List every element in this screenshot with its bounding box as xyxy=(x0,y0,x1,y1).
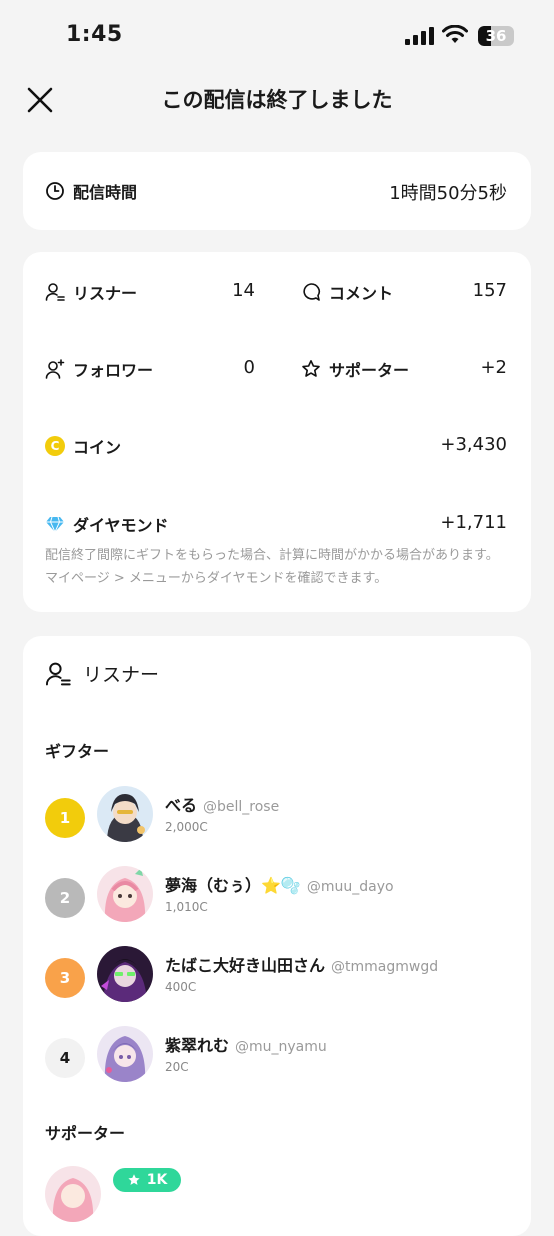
coins-value: +3,430 xyxy=(440,434,507,455)
listener-icon xyxy=(45,662,71,685)
gifter-handle: @mu_nyamu xyxy=(235,1039,327,1055)
supporter-badge-label: 1K xyxy=(146,1172,168,1188)
gifters-title: ギフター xyxy=(45,742,110,761)
followers-value: 0 xyxy=(243,357,255,378)
clock-icon xyxy=(46,182,64,200)
gifter-handle: @tmmagmwgd xyxy=(331,959,439,975)
comments-stat: コメント xyxy=(301,280,393,304)
gifter-name: 夢海（むぅ）⭐🫧 xyxy=(165,876,301,895)
supporter-level-badge: 1K xyxy=(113,1168,181,1192)
header: この配信は終了しました xyxy=(0,70,554,130)
listeners-card: リスナー ギフター 1 べる @bell_rose 2,000C 2 夢海（むぅ… xyxy=(23,636,531,1236)
star-icon xyxy=(128,1174,140,1185)
wifi-icon xyxy=(442,25,468,43)
avatar xyxy=(97,946,153,1002)
coins-stat: C コイン xyxy=(45,434,121,458)
rank-badge: 1 xyxy=(45,798,85,838)
coins-label: コイン xyxy=(73,438,122,457)
gifter-handle: @muu_dayo xyxy=(306,879,394,895)
gifter-handle: @bell_rose xyxy=(203,799,280,815)
gifter-name-line: べる @bell_rose xyxy=(165,792,279,816)
duration-value: 1時間50分5秒 xyxy=(389,183,507,204)
gifter-row[interactable]: 2 夢海（むぅ）⭐🫧 @muu_dayo 1,010C xyxy=(23,866,531,930)
diamonds-label: ダイヤモンド xyxy=(73,516,169,535)
rank-badge: 3 xyxy=(45,958,85,998)
add-follower-icon xyxy=(45,359,65,379)
diamonds-value: +1,711 xyxy=(440,512,507,533)
gifter-name: 紫翠れむ xyxy=(165,1036,230,1055)
avatar xyxy=(97,1026,153,1082)
listeners-section-title: リスナー xyxy=(83,664,160,686)
gifter-coins: 2,000C xyxy=(165,820,208,834)
gifter-coins: 1,010C xyxy=(165,900,208,914)
followers-stat: フォロワー xyxy=(45,357,153,381)
supporters-title: サポーター xyxy=(45,1124,126,1143)
gifter-name: たばこ大好き山田さん xyxy=(165,956,326,975)
listeners-section-header: リスナー xyxy=(45,660,159,687)
page-title: この配信は終了しました xyxy=(161,88,393,112)
gifter-row[interactable]: 1 べる @bell_rose 2,000C xyxy=(23,786,531,850)
comments-label: コメント xyxy=(329,284,394,303)
comment-icon xyxy=(303,283,321,301)
avatar xyxy=(97,866,153,922)
battery-icon: 36 xyxy=(478,26,514,46)
listeners-label: リスナー xyxy=(73,284,138,303)
gifter-coins: 20C xyxy=(165,1060,189,1074)
rank-badge: 4 xyxy=(45,1038,85,1078)
listeners-stat: リスナー xyxy=(45,280,137,304)
avatar xyxy=(45,1166,101,1222)
stats-card: リスナー 14 コメント 157 フォロワー 0 サポーター +2 C コイン … xyxy=(23,252,531,612)
gifter-name-line: たばこ大好き山田さん @tmmagmwgd xyxy=(165,952,438,976)
listener-icon xyxy=(45,283,65,301)
listeners-value: 14 xyxy=(232,280,255,301)
gifter-name: べる xyxy=(165,796,198,815)
duration-card: 配信時間 1時間50分5秒 xyxy=(23,152,531,230)
duration-label-row: 配信時間 xyxy=(45,179,137,203)
diamonds-stat: ダイヤモンド xyxy=(45,512,169,536)
battery-level: 36 xyxy=(485,27,507,45)
gifter-row[interactable]: 3 たばこ大好き山田さん @tmmagmwgd 400C xyxy=(23,946,531,1010)
supporters-label: サポーター xyxy=(329,361,410,380)
coin-icon: C xyxy=(45,436,65,456)
duration-label: 配信時間 xyxy=(73,183,138,202)
comments-value: 157 xyxy=(472,280,507,301)
diamond-icon xyxy=(46,516,64,534)
followers-label: フォロワー xyxy=(73,361,154,380)
supporters-stat: サポーター xyxy=(301,357,409,381)
gifter-row[interactable]: 4 紫翠れむ @mu_nyamu 20C xyxy=(23,1026,531,1090)
cellular-signal-icon xyxy=(405,27,434,45)
avatar xyxy=(97,786,153,842)
gifter-coins: 400C xyxy=(165,980,197,994)
gifter-name-line: 紫翠れむ @mu_nyamu xyxy=(165,1032,327,1056)
status-time: 1:45 xyxy=(66,22,123,47)
supporters-value: +2 xyxy=(480,357,507,378)
rank-badge: 2 xyxy=(45,878,85,918)
diamond-note: 配信終了間際にギフトをもらった場合、計算に時間がかかる場合があります。マイページ… xyxy=(45,548,499,586)
gifter-name-line: 夢海（むぅ）⭐🫧 @muu_dayo xyxy=(165,872,394,896)
star-icon xyxy=(302,360,320,377)
status-bar: 1:45 36 xyxy=(0,0,554,70)
